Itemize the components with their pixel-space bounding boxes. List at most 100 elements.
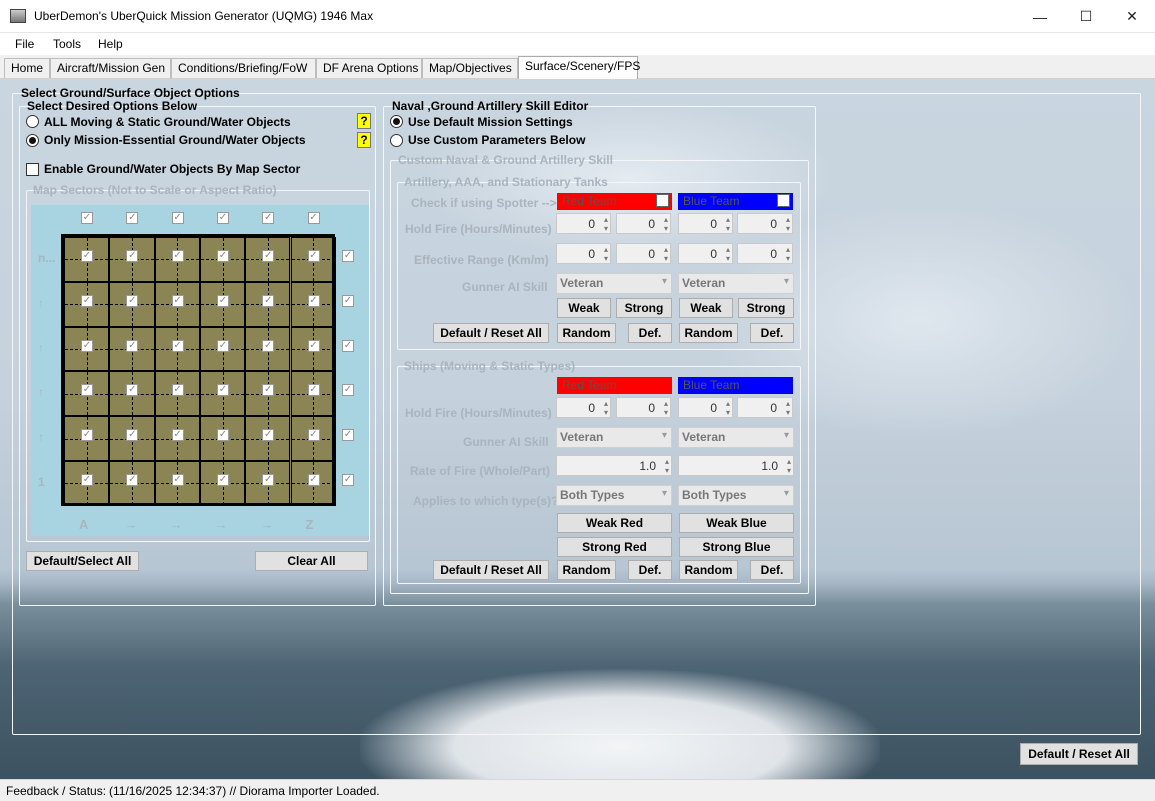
map-sector-checkbox[interactable]: ✓ xyxy=(171,294,184,307)
map-sector-checkbox[interactable]: ✓ xyxy=(81,294,93,307)
red-spotter-checkbox[interactable] xyxy=(656,194,669,207)
map-sector-checkbox[interactable]: ✓ xyxy=(262,474,275,486)
map-sector-checkbox[interactable]: ✓ xyxy=(262,429,275,442)
ship-blue-hold-minutes[interactable]: 0 xyxy=(737,397,793,418)
ship-blue-hold-hours[interactable]: 0 xyxy=(678,397,733,418)
ship-strong-blue-button[interactable]: Strong Blue xyxy=(679,537,794,557)
option-essential-radio[interactable] xyxy=(26,134,39,147)
map-sector-checkbox[interactable]: ✓ xyxy=(307,384,320,397)
ship-red-skill-select[interactable]: Veteran xyxy=(556,427,672,448)
ship-reset-button[interactable]: Default / Reset All xyxy=(433,560,549,580)
column-select-checkbox[interactable]: ✓ xyxy=(171,212,184,224)
row-select-checkbox[interactable]: ✓ xyxy=(342,384,354,397)
map-sector-checkbox[interactable]: ✓ xyxy=(307,429,320,442)
column-select-checkbox[interactable]: ✓ xyxy=(126,212,139,224)
global-reset-button[interactable]: Default / Reset All xyxy=(1020,743,1138,765)
map-sector-checkbox[interactable]: ✓ xyxy=(262,339,275,352)
art-blue-weak-button[interactable]: Weak xyxy=(679,298,733,318)
menu-help[interactable]: Help xyxy=(98,37,123,51)
art-blue-hold-hours[interactable]: 0 xyxy=(678,213,733,234)
tab-aircraft-mission-gen[interactable]: Aircraft/Mission Gen xyxy=(50,58,171,78)
row-select-checkbox[interactable]: ✓ xyxy=(342,250,354,262)
column-select-checkbox[interactable]: ✓ xyxy=(307,212,320,224)
art-red-hold-hours[interactable]: 0 xyxy=(556,213,611,234)
map-sector-checkbox[interactable]: ✓ xyxy=(81,339,93,352)
map-sector-checkbox[interactable]: ✓ xyxy=(216,474,229,486)
map-sector-checkbox[interactable]: ✓ xyxy=(81,250,93,262)
ship-blue-random-button[interactable]: Random xyxy=(679,560,738,580)
ship-red-rate-input[interactable]: 1.0 xyxy=(556,455,672,476)
map-sector-checkbox[interactable]: ✓ xyxy=(126,384,139,397)
map-sector-checkbox[interactable]: ✓ xyxy=(307,294,320,307)
tab-df-arena-options[interactable]: DF Arena Options xyxy=(316,58,422,78)
map-sector-checkbox[interactable]: ✓ xyxy=(262,384,275,397)
ship-weak-blue-button[interactable]: Weak Blue xyxy=(679,513,794,533)
art-blue-strong-button[interactable]: Strong xyxy=(738,298,794,318)
art-blue-def-button[interactable]: Def. xyxy=(750,323,794,343)
map-sector-checkbox[interactable]: ✓ xyxy=(171,474,184,486)
map-sector-checkbox[interactable]: ✓ xyxy=(216,250,229,262)
blue-spotter-checkbox[interactable] xyxy=(777,194,790,207)
map-sector-checkbox[interactable]: ✓ xyxy=(307,250,320,262)
art-reset-button[interactable]: Default / Reset All xyxy=(433,323,549,343)
art-blue-range-m[interactable]: 0 xyxy=(737,243,793,264)
ship-blue-skill-select[interactable]: Veteran xyxy=(678,427,794,448)
map-sector-checkbox[interactable]: ✓ xyxy=(126,250,139,262)
help-all-icon[interactable]: ? xyxy=(357,113,371,129)
help-essential-icon[interactable]: ? xyxy=(357,132,371,148)
art-red-range-m[interactable]: 0 xyxy=(616,243,671,264)
map-sector-checkbox[interactable]: ✓ xyxy=(171,339,184,352)
row-select-checkbox[interactable]: ✓ xyxy=(342,474,354,486)
ship-red-types-select[interactable]: Both Types xyxy=(556,485,672,506)
maximize-button[interactable]: ☐ xyxy=(1063,0,1109,33)
map-sector-checkbox[interactable]: ✓ xyxy=(262,250,275,262)
art-red-range-km[interactable]: 0 xyxy=(556,243,611,264)
art-blue-range-km[interactable]: 0 xyxy=(678,243,733,264)
map-sector-checkbox[interactable]: ✓ xyxy=(126,474,139,486)
tab-conditions-briefing[interactable]: Conditions/Briefing/FoW xyxy=(171,58,316,78)
ship-blue-rate-input[interactable]: 1.0 xyxy=(678,455,794,476)
menu-tools[interactable]: Tools xyxy=(53,37,81,51)
map-sector-checkbox[interactable]: ✓ xyxy=(126,429,139,442)
art-blue-hold-minutes[interactable]: 0 xyxy=(737,213,793,234)
art-red-strong-button[interactable]: Strong xyxy=(616,298,672,318)
column-select-checkbox[interactable]: ✓ xyxy=(262,212,275,224)
art-red-weak-button[interactable]: Weak xyxy=(557,298,611,318)
ship-red-hold-hours[interactable]: 0 xyxy=(556,397,611,418)
art-blue-skill-select[interactable]: Veteran xyxy=(678,273,794,294)
ship-blue-types-select[interactable]: Both Types xyxy=(678,485,794,506)
tab-home[interactable]: Home xyxy=(4,58,50,78)
menu-file[interactable]: File xyxy=(15,37,34,51)
row-select-checkbox[interactable]: ✓ xyxy=(342,339,354,352)
close-button[interactable]: ✕ xyxy=(1109,0,1155,33)
use-custom-radio[interactable] xyxy=(390,134,403,147)
art-red-skill-select[interactable]: Veteran xyxy=(556,273,672,294)
tab-map-objectives[interactable]: Map/Objectives xyxy=(422,58,518,78)
default-select-all-button[interactable]: Default/Select All xyxy=(26,551,139,571)
column-select-checkbox[interactable]: ✓ xyxy=(81,212,93,224)
map-sector-checkbox[interactable]: ✓ xyxy=(81,384,93,397)
art-blue-random-button[interactable]: Random xyxy=(679,323,738,343)
tab-surface-scenery-fps[interactable]: Surface/Scenery/FPS xyxy=(518,56,640,79)
map-sector-checkbox[interactable]: ✓ xyxy=(81,429,93,442)
art-red-def-button[interactable]: Def. xyxy=(628,323,672,343)
minimize-button[interactable]: — xyxy=(1017,0,1063,33)
map-sector-checkbox[interactable]: ✓ xyxy=(81,474,93,486)
map-sector-checkbox[interactable]: ✓ xyxy=(216,294,229,307)
art-red-hold-minutes[interactable]: 0 xyxy=(616,213,671,234)
option-all-radio[interactable] xyxy=(26,115,39,128)
map-sector-checkbox[interactable]: ✓ xyxy=(126,294,139,307)
map-sector-checkbox[interactable]: ✓ xyxy=(171,250,184,262)
enable-sector-checkbox[interactable] xyxy=(26,163,39,176)
map-sector-checkbox[interactable]: ✓ xyxy=(171,384,184,397)
ship-strong-red-button[interactable]: Strong Red xyxy=(557,537,672,557)
clear-all-button[interactable]: Clear All xyxy=(255,551,368,571)
map-sector-checkbox[interactable]: ✓ xyxy=(216,384,229,397)
map-sector-checkbox[interactable]: ✓ xyxy=(307,474,320,486)
ship-red-random-button[interactable]: Random xyxy=(557,560,616,580)
row-select-checkbox[interactable]: ✓ xyxy=(342,429,354,442)
map-sector-checkbox[interactable]: ✓ xyxy=(126,339,139,352)
ship-blue-def-button[interactable]: Def. xyxy=(750,560,794,580)
map-sector-checkbox[interactable]: ✓ xyxy=(216,429,229,442)
map-sector-checkbox[interactable]: ✓ xyxy=(216,339,229,352)
